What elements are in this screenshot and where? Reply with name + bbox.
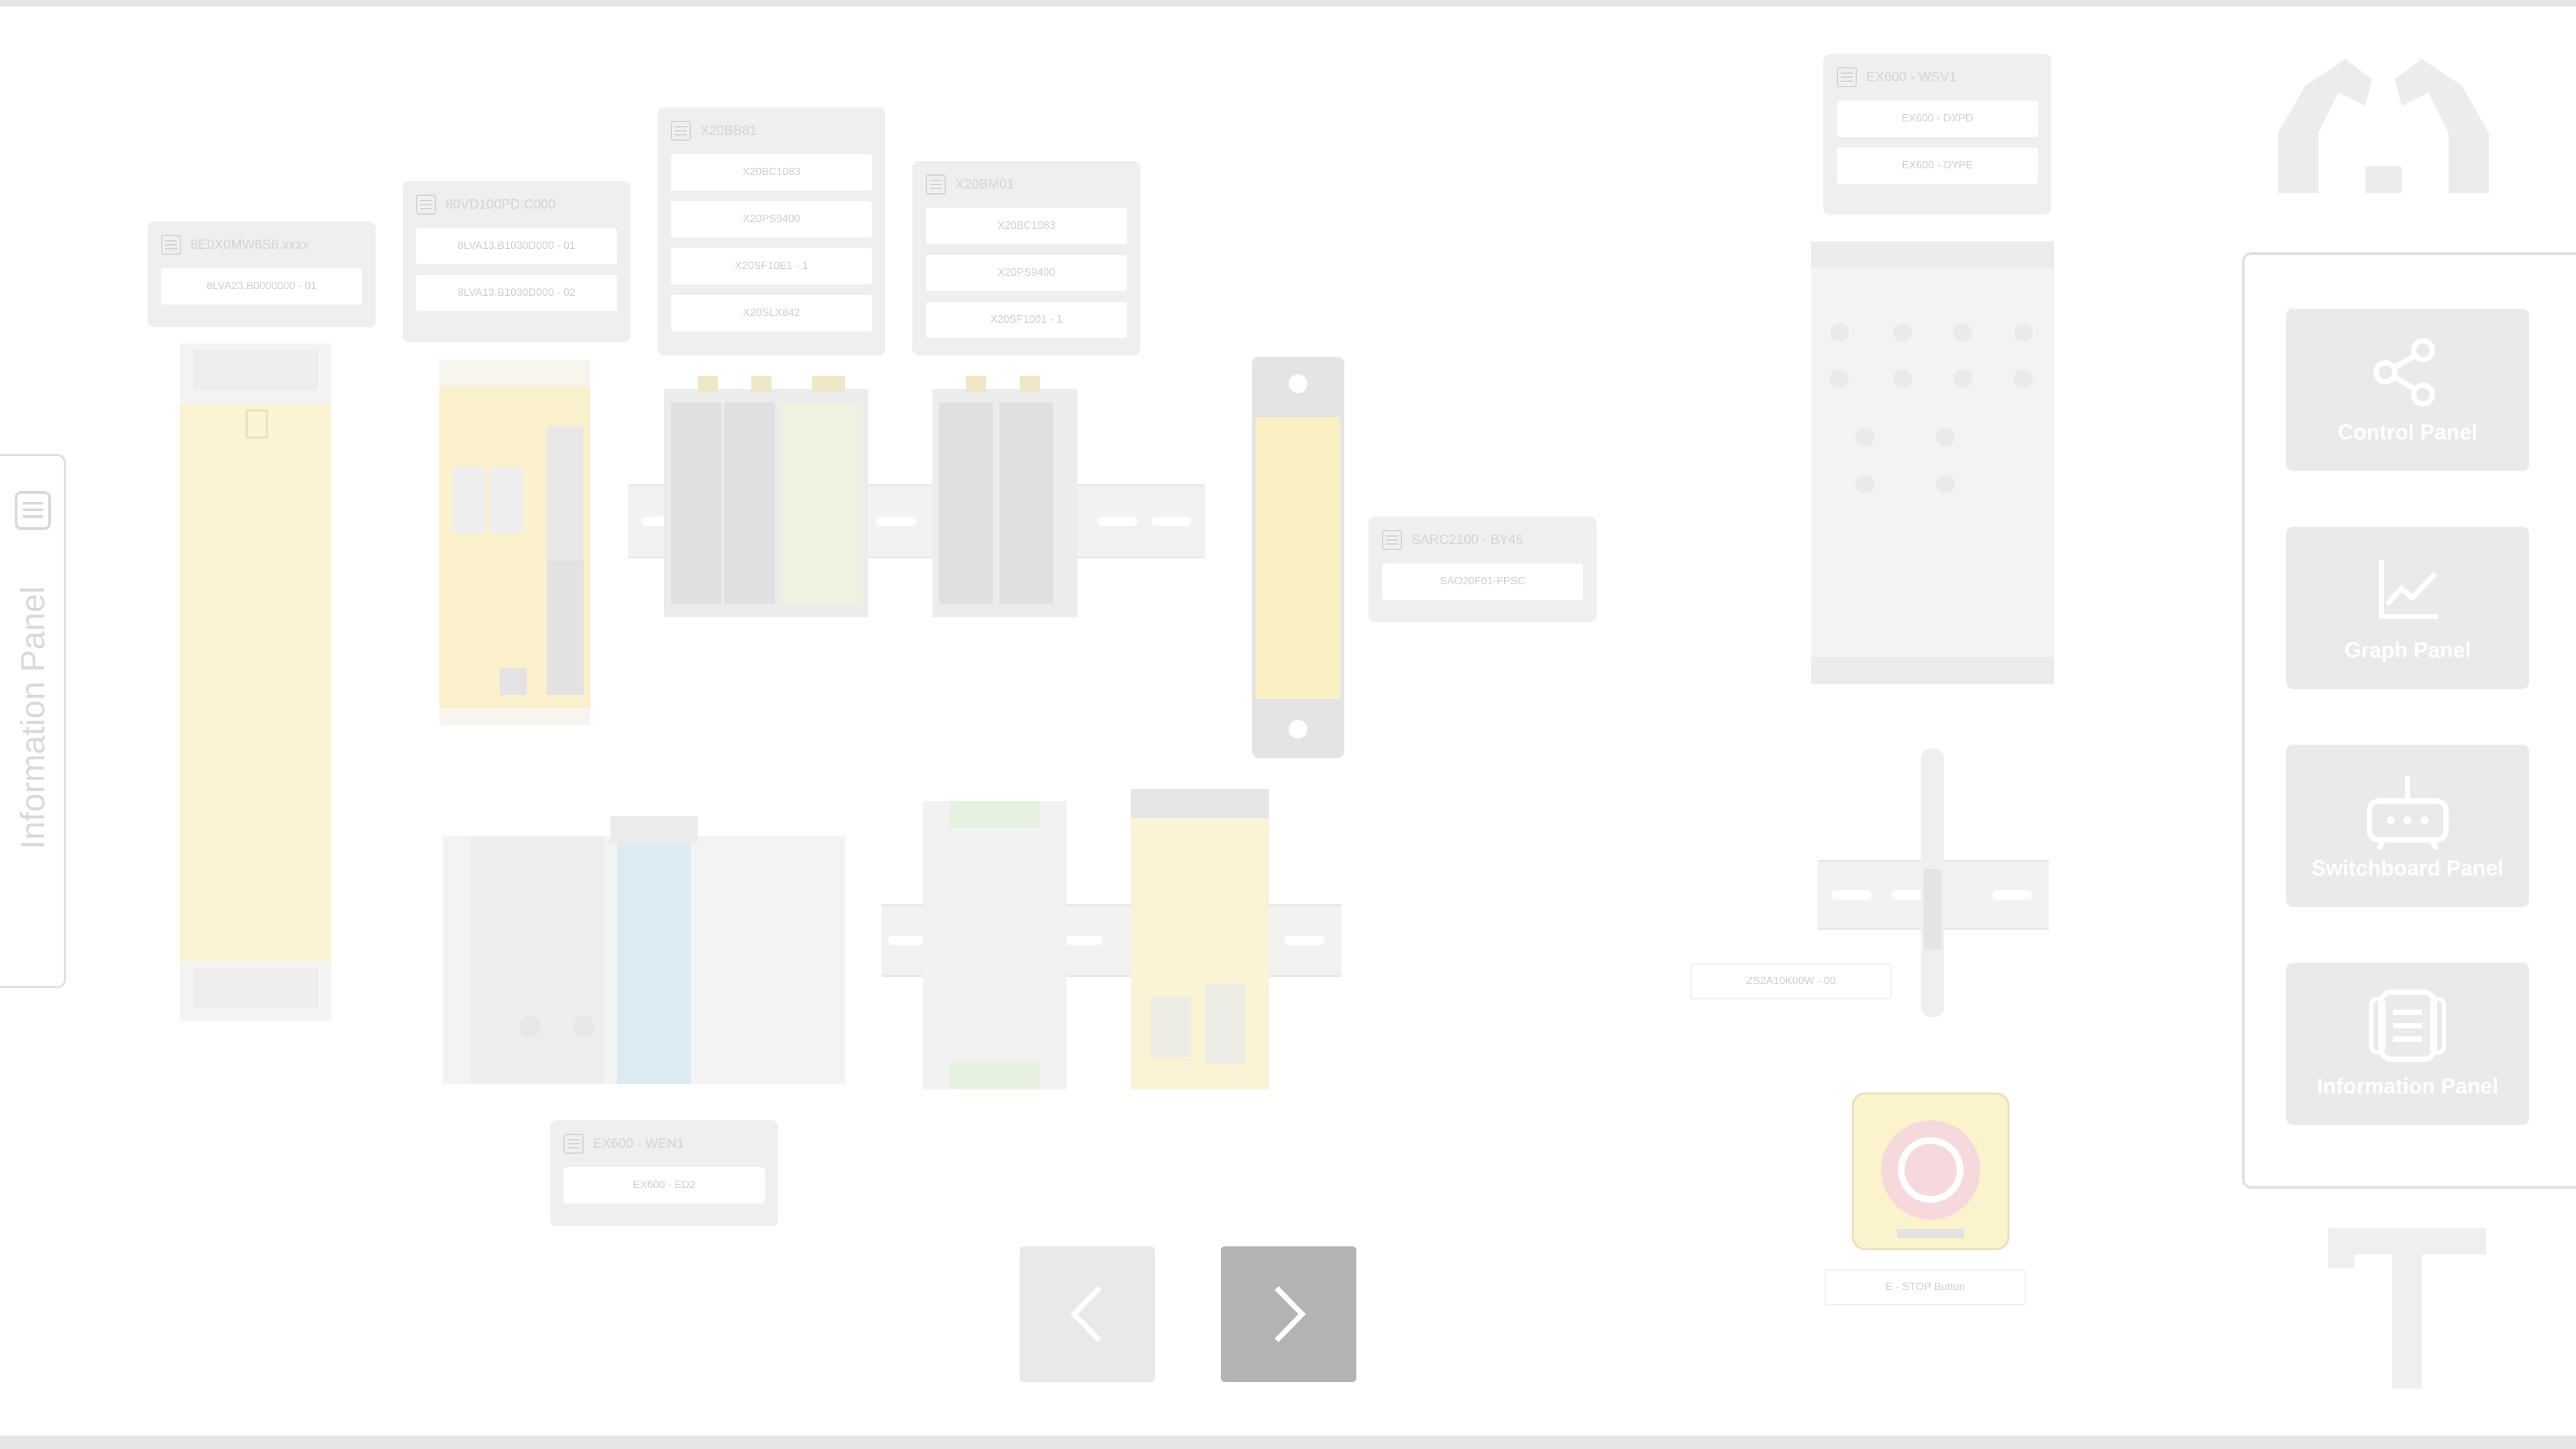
device-card-sarc2100[interactable]: SARC2100 - BY45 SAO20F01-FPSC xyxy=(1368,517,1597,623)
control-panel-label: Control Panel xyxy=(2337,420,2477,444)
card-item[interactable]: 8LVA13.B1030D000 - 01 xyxy=(416,228,617,264)
device-card-ex600-wen1[interactable]: EX600 - WEN1 EX600 - ED2 xyxy=(550,1120,778,1226)
device-card-8e0x0mw6s6[interactable]: 8E0X0MW6S6.xxxx 8LVA23.B0000000 - 01 xyxy=(148,221,376,327)
list-icon xyxy=(564,1134,584,1154)
estop-button-image[interactable] xyxy=(1851,1092,2010,1250)
card-header: EX600 - WSV1 xyxy=(1837,54,2038,101)
servo-drive-image[interactable] xyxy=(180,343,331,1021)
switchboard-panel-label: Switchboard Panel xyxy=(2311,856,2504,880)
ex600-module-image[interactable] xyxy=(1811,241,2054,684)
information-panel-tab-label: Information Panel xyxy=(14,586,52,849)
power-module-image[interactable] xyxy=(439,360,590,725)
card-item[interactable]: SAO20F01-FPSC xyxy=(1382,564,1583,600)
document-icon xyxy=(2369,989,2446,1062)
io-module-x20bm01-image[interactable] xyxy=(932,376,1077,617)
card-header: SARC2100 - BY45 xyxy=(1382,517,1583,564)
card-item[interactable]: X20SF10E1 - 1 xyxy=(671,248,872,284)
top-border xyxy=(0,0,2576,7)
line-chart-icon xyxy=(2379,560,2438,619)
list-icon xyxy=(671,121,691,141)
card-item[interactable]: X20SLX842 xyxy=(671,295,872,331)
card-header: X20BM01 xyxy=(926,161,1127,208)
io-module-x20bb81-image[interactable] xyxy=(664,376,868,617)
device-card-ex600-wsv1[interactable]: EX600 - WSV1 EX600 - DXPD EX600 - DYPE xyxy=(1823,54,2051,215)
card-item[interactable]: EX600 - DXPD xyxy=(1837,101,2038,137)
card-title: EX600 - WSV1 xyxy=(1866,69,1957,85)
router-icon xyxy=(2367,775,2449,851)
card-title: X20BM01 xyxy=(955,176,1014,192)
robot-arms-image xyxy=(2265,32,2502,200)
yellow-io-module-image[interactable] xyxy=(1131,789,1269,1089)
card-header: 8E0X0MW6S6.xxxx xyxy=(161,221,362,268)
card-title: 80VD100PD.C000 xyxy=(445,197,556,212)
next-page-button[interactable] xyxy=(1221,1246,1356,1382)
information-panel-label: Information Panel xyxy=(2316,1074,2499,1098)
document-icon xyxy=(15,491,51,530)
sensor-label[interactable]: ZS2A10K00W - 00 xyxy=(1690,963,1892,1000)
graph-panel-button[interactable]: Graph Panel xyxy=(2286,527,2529,689)
list-icon xyxy=(161,235,181,255)
safety-relay-image[interactable] xyxy=(1252,357,1344,758)
card-item[interactable]: 8LVA23.B0000000 - 01 xyxy=(161,268,362,305)
card-item[interactable]: 8LVA13.B1030D000 - 02 xyxy=(416,275,617,311)
bottom-border xyxy=(0,1436,2576,1449)
card-header: 80VD100PD.C000 xyxy=(416,181,617,228)
graph-panel-label: Graph Panel xyxy=(2344,638,2471,662)
servo-drive-drawing xyxy=(180,343,331,1021)
estop-label[interactable]: E - STOP Button xyxy=(1825,1269,2026,1305)
card-item[interactable]: EX600 - ED2 xyxy=(564,1167,765,1203)
card-title: 8E0X0MW6S6.xxxx xyxy=(191,237,309,252)
sensor-image[interactable] xyxy=(1916,749,1949,1017)
card-title: SARC2100 - BY45 xyxy=(1411,532,1523,547)
card-title: X20BB81 xyxy=(700,123,757,138)
share-icon xyxy=(2373,338,2435,407)
card-item[interactable]: EX600 - DYPE xyxy=(1837,148,2038,184)
card-item[interactable]: X20BC1083 xyxy=(671,154,872,191)
device-card-x20bb81[interactable]: X20BB81 X20BC1083 X20PS9400 X20SF10E1 - … xyxy=(657,107,885,356)
card-item[interactable]: X20BC1083 xyxy=(926,208,1127,244)
list-icon xyxy=(416,195,436,215)
card-header: X20BB81 xyxy=(671,107,872,154)
chevron-right-icon xyxy=(1275,1286,1306,1342)
valve-manifold-image[interactable] xyxy=(443,816,845,1097)
switchboard-panel-button[interactable]: Switchboard Panel xyxy=(2286,745,2529,907)
chevron-left-icon xyxy=(1070,1286,1102,1342)
card-title: EX600 - WEN1 xyxy=(593,1136,684,1151)
t-bracket-image xyxy=(2328,1228,2486,1389)
previous-page-button[interactable] xyxy=(1020,1246,1155,1382)
information-panel-button[interactable]: Information Panel xyxy=(2286,963,2529,1125)
list-icon xyxy=(1382,530,1402,550)
device-card-x20bm01[interactable]: X20BM01 X20BC1083 X20PS9400 X20SF1001 - … xyxy=(912,161,1140,356)
card-item[interactable]: X20PS9400 xyxy=(926,255,1127,291)
terminal-module-image[interactable] xyxy=(923,801,1067,1089)
card-item[interactable]: X20SF1001 - 1 xyxy=(926,302,1127,338)
card-item[interactable]: X20PS9400 xyxy=(671,201,872,237)
control-panel-button[interactable]: Control Panel xyxy=(2286,309,2529,471)
list-icon xyxy=(1837,67,1857,87)
list-icon xyxy=(926,174,946,195)
card-header: EX600 - WEN1 xyxy=(564,1120,765,1167)
device-card-80vd100pd[interactable]: 80VD100PD.C000 8LVA13.B1030D000 - 01 8LV… xyxy=(402,181,631,342)
